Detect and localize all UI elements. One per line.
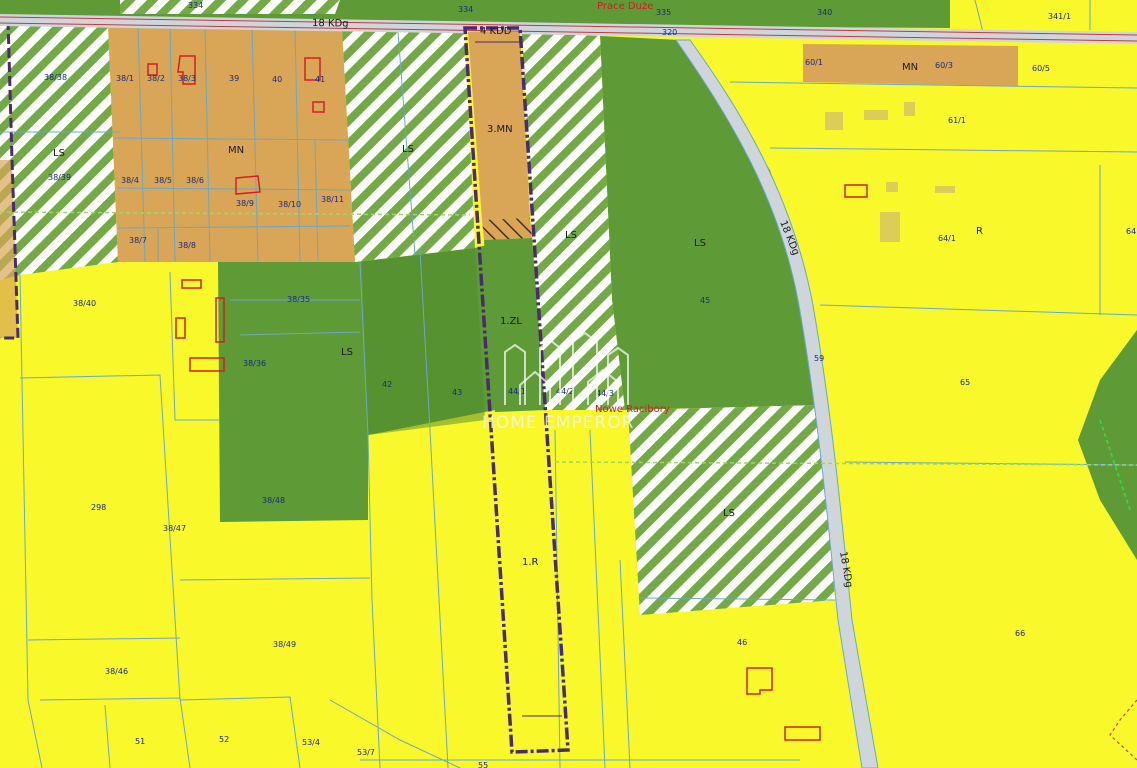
plot-number-label: 38/38 [44,73,67,82]
zone-label-mn-subject: 3.MN [487,124,513,135]
watermark-text: HOME EMPEROR [482,413,634,433]
plot-number-label: 53/4 [302,738,320,747]
plot-number-label: 38/9 [236,199,254,208]
plot-number-label: 38/8 [178,241,196,250]
plot-number-label: 38/4 [121,176,139,185]
plot-number-label: 38/10 [278,200,301,209]
zone-label-r-right: R [976,226,983,237]
plot-number-label: 38/46 [105,667,128,676]
plot-number-label: 59 [814,354,824,363]
plot-number-label: 65 [960,378,970,387]
plot-number-label: 52 [219,735,229,744]
plot-number-label: 38/2 [147,74,165,83]
plot-number-label: 38/3 [178,74,196,83]
plot-number-label: 38/40 [73,299,96,308]
plot-number-label: 43 [452,388,462,397]
plot-number-label: 60/1 [805,58,823,67]
plot-number-label: 60/5 [1032,64,1050,73]
zone-label-ls-hatch-1: LS [402,144,414,155]
plot-number-label: 46 [737,638,747,647]
plot-number-label: 38/47 [163,524,186,533]
plot-number-label: 55 [478,761,488,768]
plot-number-label: 44/2 [556,387,574,396]
hatch-zone-top [120,0,340,14]
plot-number-label: 38/49 [273,640,296,649]
zone-label-ls-hatch-2: LS [565,230,577,241]
plot-number-label: 44/1 [508,387,526,396]
plot-number-label: 51 [135,737,145,746]
plot-number-label: 340 [817,8,832,17]
zone-label-zl-subject: 1.ZL [500,316,522,327]
zone-label-mn-block: MN [228,145,244,156]
plot-number-label: 38/39 [48,173,71,182]
plot-number-label: 64 [1126,227,1136,236]
plot-number-label: 341/1 [1048,12,1071,21]
subject-plot-hatch [482,218,532,240]
road-label-access: 4 KDD [480,26,512,37]
plot-number-label: 38/6 [186,176,204,185]
plot-number-label: 41 [315,75,325,84]
plot-number-label: 44/3 [596,389,614,398]
forest-zone-mid-dark [362,248,485,435]
plot-number-label: 38/36 [243,359,266,368]
road-label-top: 18 KDg [312,18,349,30]
zone-label-ls-hatch-3: LS [723,508,735,519]
plot-number-label: 39 [229,74,239,83]
plot-number-label: 38/48 [262,496,285,505]
plot-number-label: 38/35 [287,295,310,304]
plot-number-label: 60/3 [935,61,953,70]
plot-number-label: 64/1 [938,234,956,243]
plot-number-label: 334 [188,1,203,10]
zone-label-ls-forest-2: LS [341,347,353,358]
plot-number-label: 45 [700,296,710,305]
plot-number-label: 66 [1015,629,1025,638]
zoning-map[interactable]: LS MN LS 3.MN LS LS MN R 1.ZL LS 1.R LS … [0,0,1137,768]
zone-label-ls-left: LS [53,148,65,159]
plot-number-label: 61/1 [948,116,966,125]
plot-number-label: 335 [656,8,671,17]
plot-number-label: 38/7 [129,236,147,245]
place-label-top: Prace Duże [597,1,653,12]
zone-label-ls-forest: LS [694,238,706,249]
zone-label-r-subject: 1.R [522,557,539,568]
plot-number-label: 38/5 [154,176,172,185]
plot-number-label: 320 [662,28,677,37]
plot-number-label: 298 [91,503,106,512]
plot-number-label: 334 [458,5,473,14]
plot-number-label: 38/1 [116,74,134,83]
plot-number-label: 42 [382,380,392,389]
zone-label-mn-topright: MN [902,62,918,73]
plot-number-label: 53/7 [357,748,375,757]
plot-number-label: 38/11 [321,195,344,204]
plot-number-label: 40 [272,75,282,84]
